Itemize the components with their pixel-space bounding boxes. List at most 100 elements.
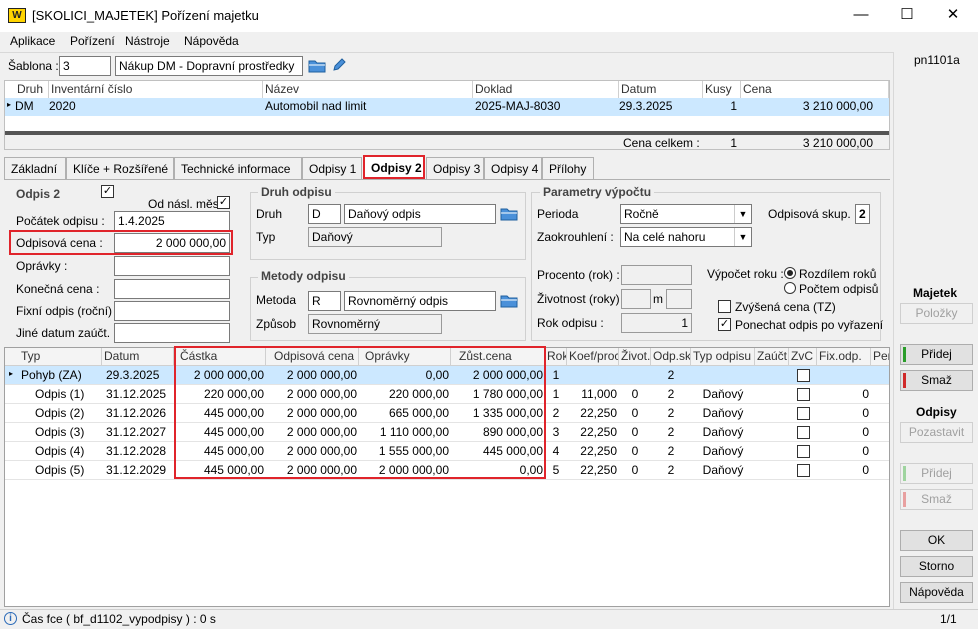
col-header[interactable]: Typ [5,348,102,365]
polozky-button[interactable]: Položky [900,303,973,324]
tab-prilohy[interactable]: Přílohy [542,157,594,179]
grid-cell: 31.12.2025 [106,387,167,401]
tab-klice[interactable]: Klíče + Rozšířené [66,157,174,179]
menu-napoveda[interactable]: Nápověda [184,34,239,48]
col-header[interactable]: Cena [741,81,889,98]
skup-field[interactable]: 2 [855,204,870,224]
odpisova-cena-field[interactable]: 2 000 000,00 [114,233,230,253]
grid-cell: 2 [552,406,560,420]
col-header[interactable]: Datum [619,81,703,98]
tab-technicke[interactable]: Technické informace [174,157,302,179]
grid-cell: 0 [631,444,639,458]
col-header[interactable]: Datum [102,348,174,365]
grid-cell: Daňový [702,425,744,439]
radio-rozdilem-label: Rozdílem roků [799,267,877,281]
konecna-field[interactable] [114,279,230,299]
druh-name-field[interactable]: Daňový odpis [344,204,496,224]
folder-icon[interactable] [500,206,518,221]
radio-poctem[interactable] [784,282,796,294]
zvysena-checkbox[interactable] [718,300,731,313]
jine-field[interactable] [114,323,230,343]
total-kusy: 1 [730,136,737,150]
metoda-name-field[interactable]: Rovnoměrný odpis [344,291,496,311]
table-row[interactable]: ▸ DM 2020 Automobil nad limit 2025-MAJ-8… [5,98,889,116]
minimize-icon[interactable]: — [852,6,870,24]
sablona-number-field[interactable]: 3 [59,56,111,76]
pocatek-field[interactable]: 1.4.2025 [114,211,230,231]
fixni-field[interactable] [114,301,230,321]
folder-icon[interactable] [308,58,326,73]
radio-rozdilem[interactable] [784,267,796,279]
form-code: pn1101a [914,53,960,67]
zvc-checkbox[interactable] [797,369,810,382]
col-header[interactable]: Per [871,348,889,365]
col-header[interactable]: Koef/proc [567,348,619,365]
pozastavit-button[interactable]: Pozastavit [900,422,973,443]
col-header[interactable]: Odp.sk. [651,348,691,365]
zivotnost-label: Životnost (roky) [537,292,620,306]
ok-button[interactable]: OK [900,530,973,551]
smaz-button[interactable]: Smaž [900,370,973,391]
total-row: Cena celkem : 1 3 210 000,00 [5,135,889,150]
menu-porizeni[interactable]: Pořízení [70,34,115,48]
sablona-label: Šablona : [8,59,59,73]
od-nasl-checkbox[interactable]: ✓ [217,196,230,209]
col-header[interactable]: Zaúčt. [755,348,789,365]
menu-aplikace[interactable]: Aplikace [10,34,55,48]
close-icon[interactable]: ✕ [944,6,962,24]
druh-odpisu-title: Druh odpisu [258,185,335,199]
zvc-checkbox[interactable] [797,426,810,439]
zvc-checkbox[interactable] [797,388,810,401]
zvc-checkbox[interactable] [797,445,810,458]
zvysena-label: Zvýšená cena (TZ) [735,300,836,314]
col-header[interactable]: Název [263,81,473,98]
grid-cell: 11,000 [581,387,617,401]
pridej-button[interactable]: Přidej [900,344,973,365]
sablona-name-field[interactable]: Nákup DM - Dopravní prostředky [115,56,303,76]
pencil-icon[interactable] [332,58,346,72]
grid-cell: 31.12.2026 [106,406,167,420]
napoveda-button[interactable]: Nápověda [900,582,973,603]
maximize-icon[interactable]: ☐ [898,6,916,24]
m-label: m [653,292,663,306]
radio-poctem-label: Počtem odpisů [799,282,879,296]
grid-cell: 0 [862,425,869,439]
metoda-label: Metoda [256,293,297,307]
chevron-down-icon: ▼ [734,228,751,246]
druh-code-field[interactable]: D [308,204,341,224]
smaz-odpis-button[interactable]: Smaž [900,489,973,510]
storno-button[interactable]: Storno [900,556,973,577]
col-header[interactable]: Doklad [473,81,619,98]
zvc-checkbox[interactable] [797,464,810,477]
col-header[interactable]: Typ odpisu [691,348,755,365]
col-header[interactable]: Rok [545,348,567,365]
menu-nastroje[interactable]: Nástroje [125,34,170,48]
tab-odpisy-4[interactable]: Odpisy 4 [484,157,542,179]
grid-cell: 0 [631,387,639,401]
zpusob-field: Rovnoměrný [308,314,442,334]
odpis-checkbox[interactable]: ✓ [101,185,114,198]
col-header[interactable]: Fix.odp. [817,348,871,365]
highlight-box [174,346,546,479]
tab-zakladni[interactable]: Základní [4,157,66,179]
opravky-field[interactable] [114,256,230,276]
col-header[interactable]: Život. [619,348,651,365]
col-header[interactable]: Druh [5,81,49,98]
tab-odpisy-3[interactable]: Odpisy 3 [426,157,484,179]
folder-icon[interactable] [500,293,518,308]
grid-cell: 5 [552,463,560,477]
zvc-checkbox[interactable] [797,407,810,420]
pridej-odpis-button[interactable]: Přidej [900,463,973,484]
metoda-code-field[interactable]: R [308,291,341,311]
col-header[interactable]: Inventární číslo [49,81,263,98]
cell-druh: DM [15,99,34,113]
col-header[interactable]: ZvC [789,348,817,365]
col-header[interactable]: Kusy [703,81,741,98]
perioda-select[interactable]: Ročně ▼ [620,204,752,224]
tab-odpisy-1[interactable]: Odpisy 1 [302,157,362,179]
odpisy-title: Odpisy [916,405,957,419]
ponechat-checkbox[interactable]: ✓ [718,318,731,331]
grid-cell: 31.12.2029 [106,463,167,477]
zaokr-select[interactable]: Na celé nahoru ▼ [620,227,752,247]
tab-odpisy-2[interactable]: Odpisy 2 [363,155,425,179]
